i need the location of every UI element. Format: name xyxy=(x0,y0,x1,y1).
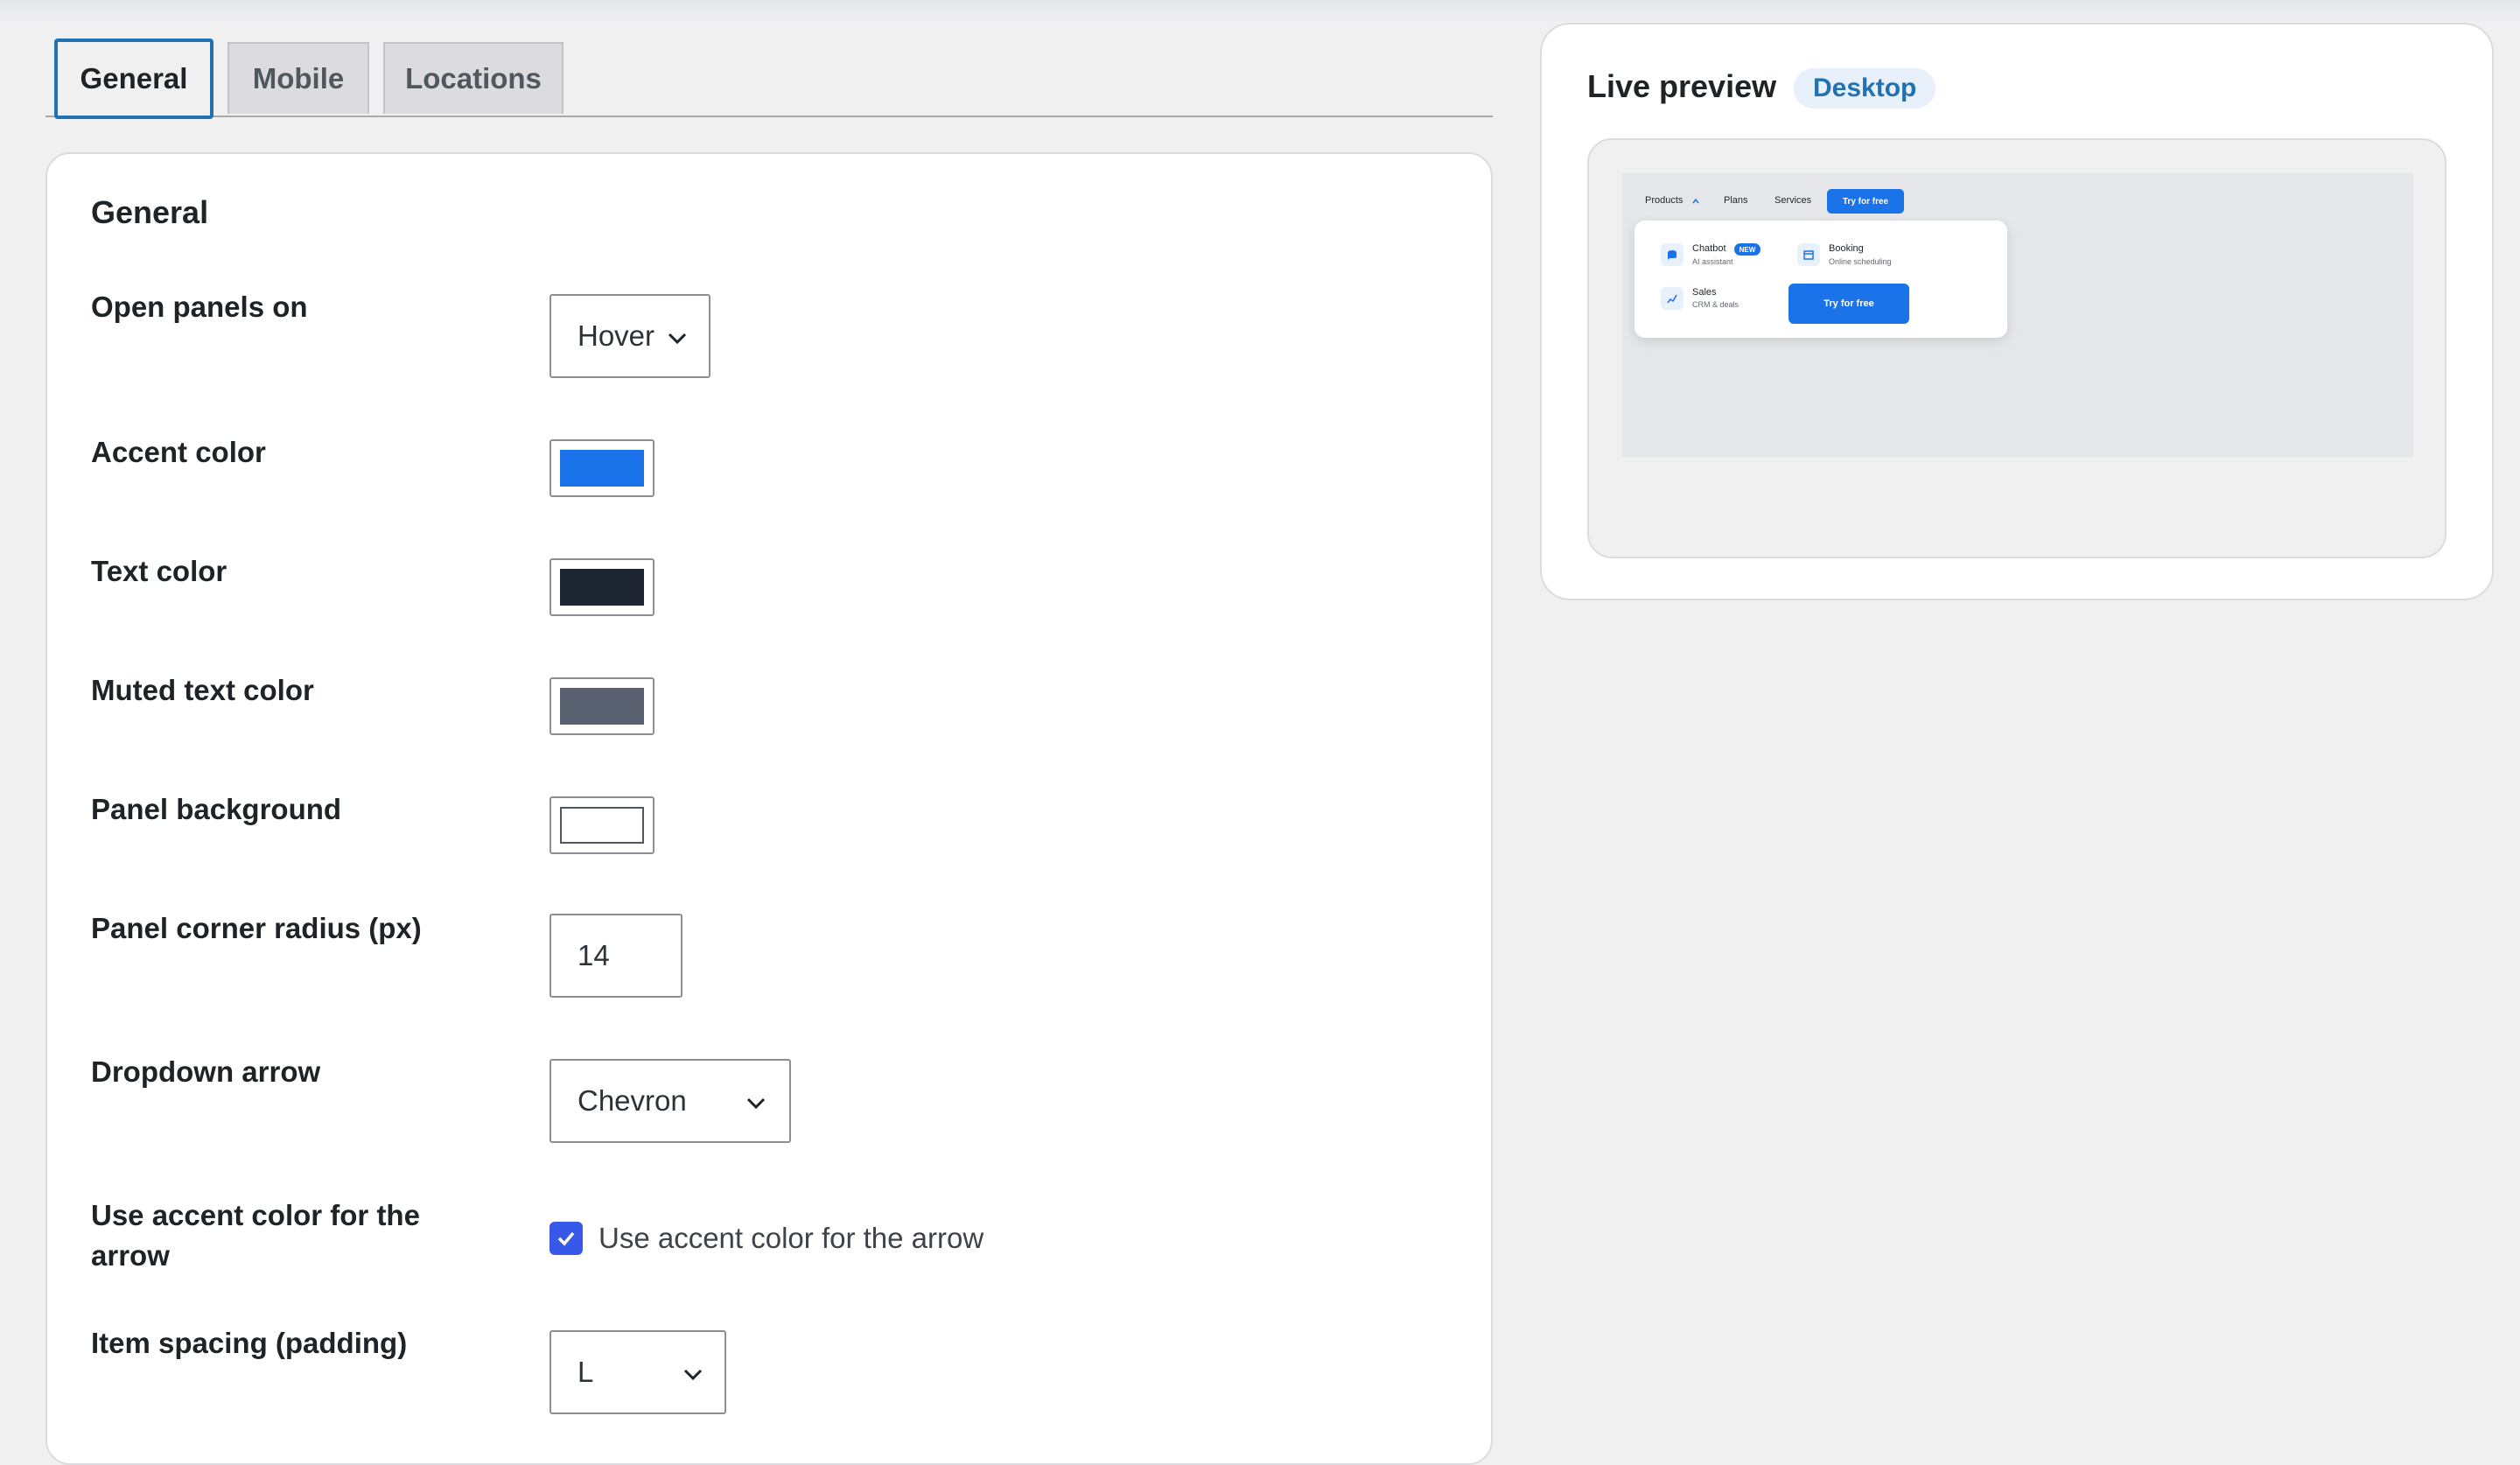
checkmark-icon xyxy=(557,1231,575,1246)
mini-item-chatbot-subtitle: AI assistant xyxy=(1692,257,1733,266)
accent-color-label: Accent color xyxy=(91,436,266,468)
mini-nav-plans: Plans xyxy=(1724,195,1748,206)
mini-item-booking-title: Booking xyxy=(1829,243,1864,254)
muted-text-color-label: Muted text color xyxy=(91,674,314,706)
chart-icon xyxy=(1661,287,1684,310)
tab-mobile-label: Mobile xyxy=(252,62,345,95)
chevron-down-icon xyxy=(668,333,687,345)
item-spacing-label: Item spacing (padding) xyxy=(91,1327,408,1359)
muted-text-color-swatch xyxy=(560,688,644,725)
settings-tabs: General Mobile Locations xyxy=(46,39,1493,119)
panel-corner-radius-label: Panel corner radius (px) xyxy=(91,912,422,944)
dropdown-arrow-value: Chevron xyxy=(578,1084,687,1117)
dropdown-arrow-select[interactable]: Chevron xyxy=(550,1059,791,1143)
accent-color-picker[interactable] xyxy=(550,439,654,497)
chat-icon xyxy=(1661,243,1684,266)
panel-corner-radius-input[interactable]: 14 xyxy=(550,914,682,998)
tab-locations[interactable]: Locations xyxy=(383,42,564,114)
open-panels-label: Open panels on xyxy=(91,291,308,323)
section-title: General xyxy=(91,194,209,230)
device-badge[interactable]: Desktop xyxy=(1794,68,1936,109)
panel-background-swatch xyxy=(560,807,644,844)
open-panels-select[interactable]: Hover xyxy=(550,294,710,378)
mini-new-badge: NEW xyxy=(1734,243,1760,256)
mini-item-sales-subtitle: CRM & deals xyxy=(1692,300,1740,309)
use-accent-arrow-checkbox-label: Use accent color for the arrow xyxy=(598,1222,984,1254)
tab-locations-label: Locations xyxy=(405,62,542,95)
open-panels-value: Hover xyxy=(578,319,655,352)
mini-item-chatbot-title: Chatbot xyxy=(1692,243,1726,254)
panel-corner-radius-value: 14 xyxy=(578,939,610,971)
chevron-down-icon xyxy=(746,1097,766,1110)
calendar-icon xyxy=(1797,243,1820,266)
live-preview-title: Live preview xyxy=(1587,68,1777,104)
text-color-picker[interactable] xyxy=(550,558,654,616)
use-accent-arrow-checkbox[interactable] xyxy=(550,1222,583,1255)
mini-item-sales-title: Sales xyxy=(1692,287,1717,298)
chevron-up-icon xyxy=(1692,198,1699,204)
item-spacing-select[interactable]: L xyxy=(550,1330,726,1414)
use-accent-arrow-label: Use accent color for the arrow xyxy=(91,1199,420,1272)
accent-color-swatch xyxy=(560,450,644,487)
tab-general-label: General xyxy=(80,62,188,95)
mini-nav-button: Try for free xyxy=(1827,189,1904,214)
text-color-label: Text color xyxy=(91,555,228,587)
tab-general[interactable]: General xyxy=(54,39,214,119)
panel-background-picker[interactable] xyxy=(550,796,654,854)
chevron-down-icon xyxy=(683,1369,703,1381)
use-accent-arrow-checkbox-row[interactable]: Use accent color for the arrow xyxy=(550,1222,984,1255)
muted-text-color-picker[interactable] xyxy=(550,677,654,735)
mini-nav-products: Products xyxy=(1645,195,1684,206)
item-spacing-value: L xyxy=(578,1356,594,1388)
panel-background-label: Panel background xyxy=(91,793,342,825)
mini-item-booking-subtitle: Online scheduling xyxy=(1829,257,1892,266)
mini-nav-services: Services xyxy=(1774,195,1812,206)
dropdown-arrow-label: Dropdown arrow xyxy=(91,1055,321,1088)
top-shade xyxy=(0,0,2520,25)
mini-cta-button: Try for free xyxy=(1788,284,1909,324)
text-color-swatch xyxy=(560,569,644,606)
tab-mobile[interactable]: Mobile xyxy=(228,42,369,114)
